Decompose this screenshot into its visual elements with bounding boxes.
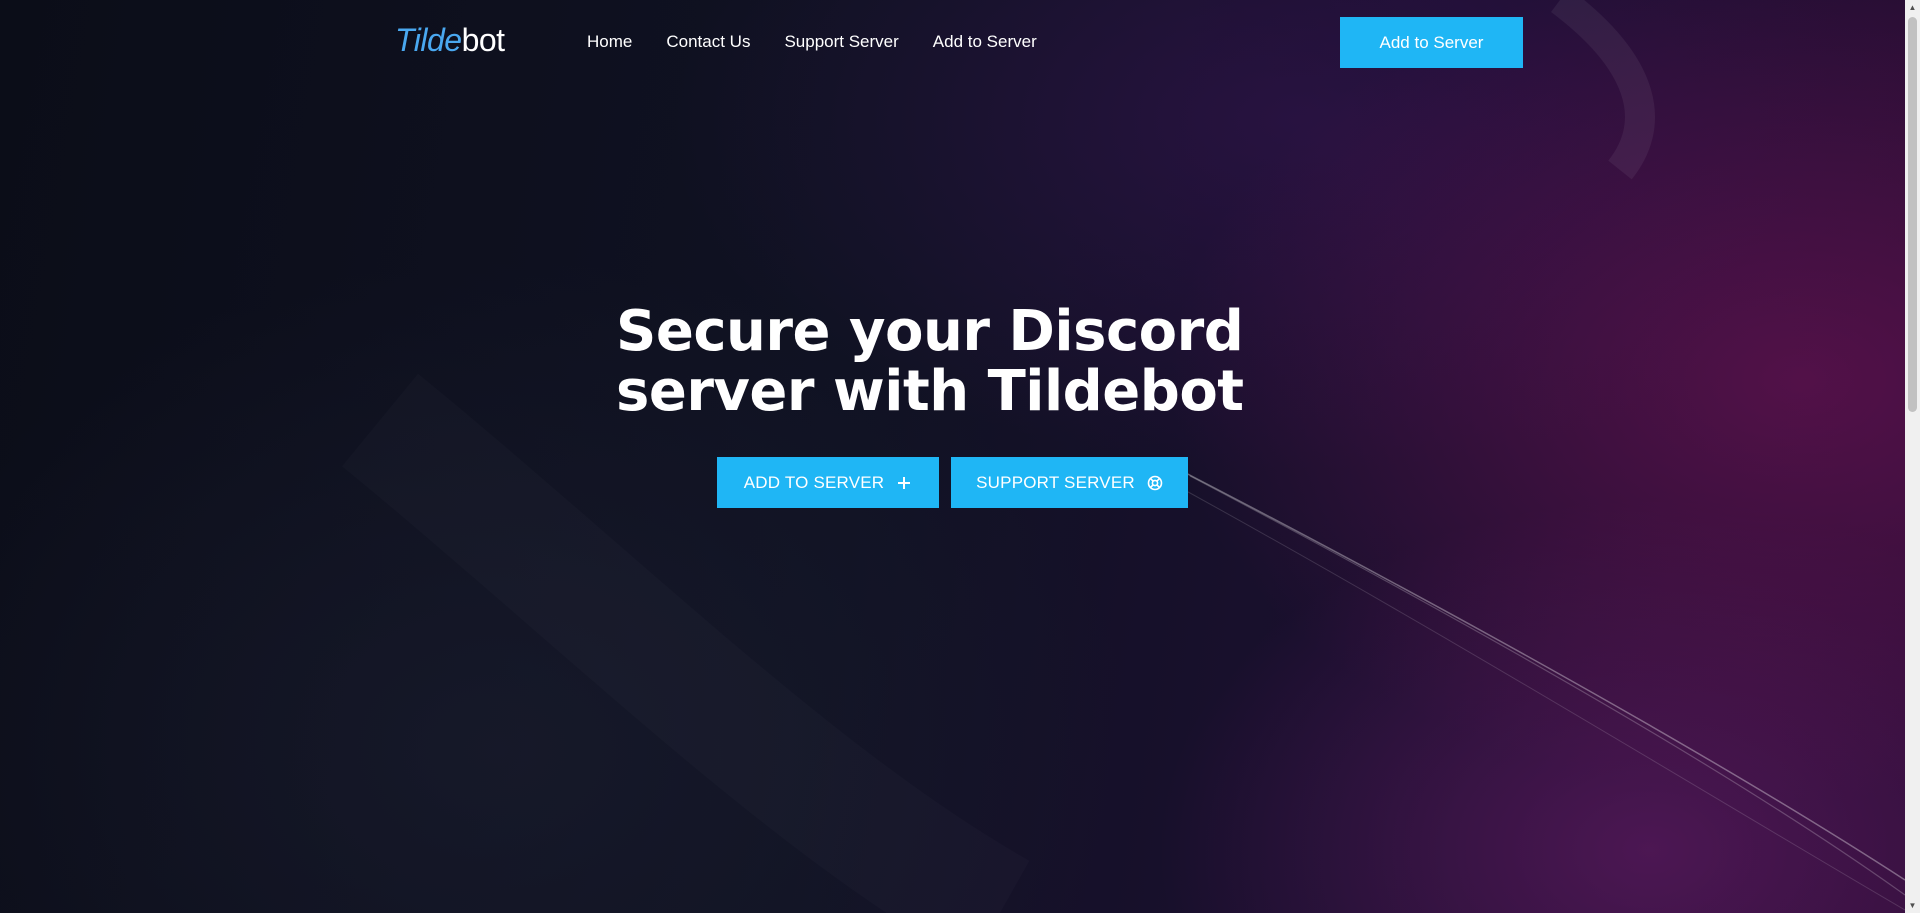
scroll-down-arrow-icon[interactable]: ▼ <box>1905 898 1920 913</box>
hero-title: Secure your Discord server with Tildebot <box>616 299 1244 424</box>
hero-support-server-label: SUPPORT SERVER <box>976 472 1135 492</box>
logo-accent-text: Tilde <box>395 22 462 58</box>
hero-add-to-server-button[interactable]: ADD TO SERVER <box>717 457 939 508</box>
page: Tildebot Home Contact Us Support Server … <box>0 0 1920 913</box>
hero-add-to-server-label: ADD TO SERVER <box>743 472 885 492</box>
lifebuoy-icon <box>1147 475 1163 491</box>
scrollbar-thumb[interactable] <box>1908 17 1917 412</box>
nav-add-to-server-button[interactable]: Add to Server <box>1340 17 1523 68</box>
logo-rest-text: bot <box>461 22 505 58</box>
navbar: Tildebot Home Contact Us Support Server … <box>0 0 1905 84</box>
nav-link-home[interactable]: Home <box>587 30 632 54</box>
nav-link-contact-us[interactable]: Contact Us <box>666 30 750 54</box>
hero-support-server-button[interactable]: SUPPORT SERVER <box>951 457 1188 508</box>
tildebot-logo[interactable]: Tildebot <box>395 20 505 60</box>
page-scrollbar[interactable]: ▲ ▼ <box>1905 0 1920 913</box>
scroll-up-arrow-icon[interactable]: ▲ <box>1905 0 1920 15</box>
nav-links: Home Contact Us Support Server Add to Se… <box>587 30 1071 54</box>
nav-link-support-server[interactable]: Support Server <box>784 30 898 54</box>
nav-link-add-to-server[interactable]: Add to Server <box>933 30 1037 54</box>
plus-icon <box>896 475 912 491</box>
